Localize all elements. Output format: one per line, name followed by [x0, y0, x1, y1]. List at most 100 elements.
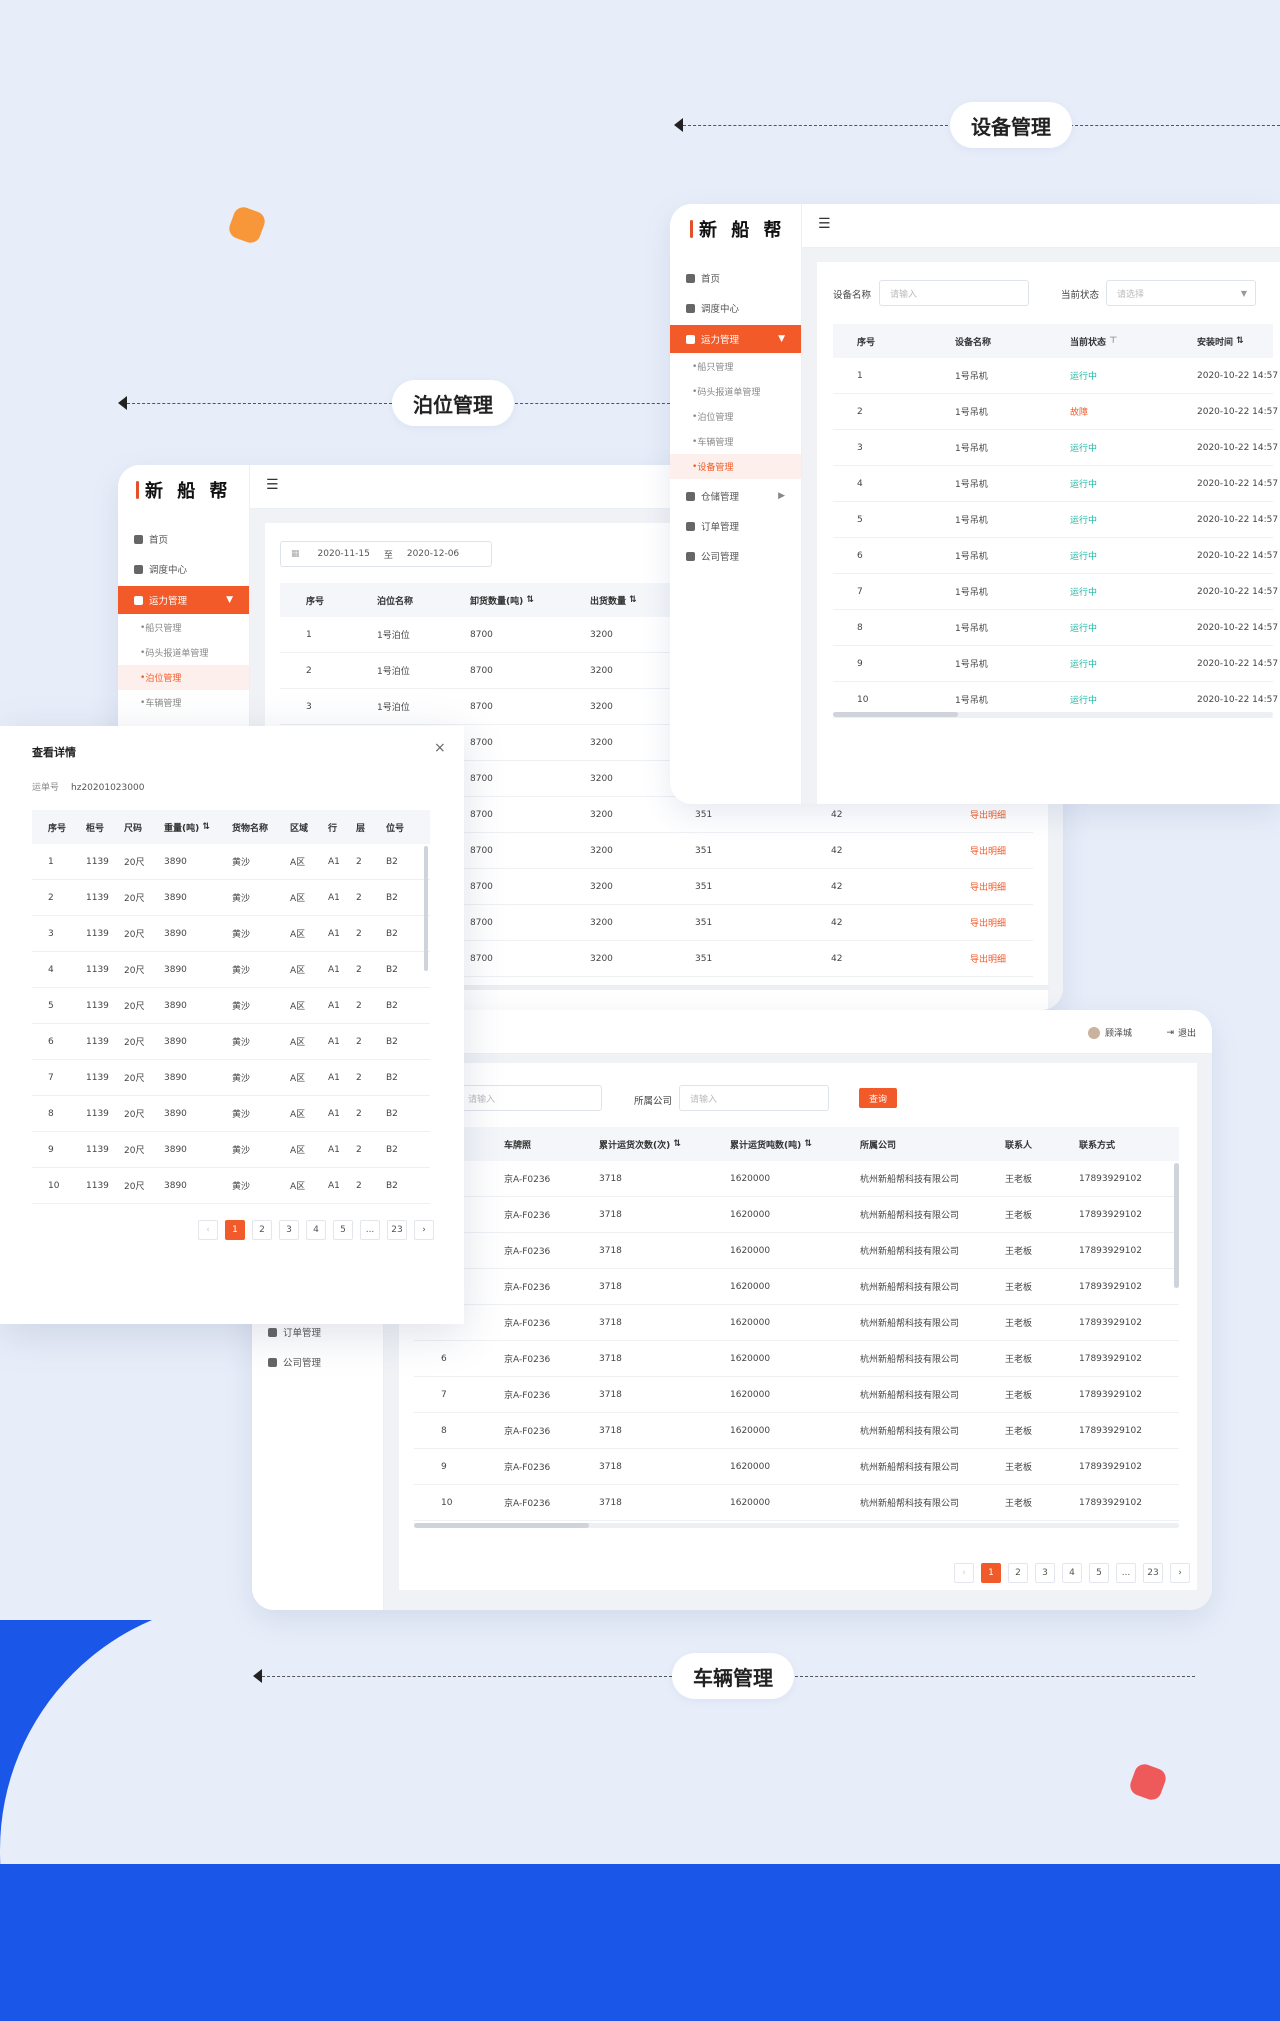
next-page-button[interactable]: ›: [414, 1220, 434, 1240]
sidebar-item-warehouse[interactable]: 仓储管理 ▶: [670, 482, 801, 510]
table-row[interactable]: 6 1139 20尺 3890 黄沙 A区 A1 2 B2: [32, 1024, 430, 1060]
export-detail-link[interactable]: 导出明细: [970, 905, 1006, 940]
sidebar-item-company[interactable]: 公司管理: [670, 542, 801, 570]
col-install-time[interactable]: 安装时间 ⇅: [1197, 324, 1244, 358]
page-button[interactable]: 23: [1143, 1563, 1163, 1583]
page-button[interactable]: 4: [306, 1220, 326, 1240]
sub-item-vehicle[interactable]: • 车辆管理: [118, 690, 249, 715]
plate-input[interactable]: 请输入: [457, 1085, 602, 1111]
sidebar-item-schedule[interactable]: 调度中心: [670, 294, 801, 322]
page-button[interactable]: 23: [387, 1220, 407, 1240]
table-row[interactable]: 京A-F0236 3718 1620000 杭州新船帮科技有限公司 王老板 1789392…: [414, 1269, 1179, 1305]
sidebar-item-orders[interactable]: 订单管理: [670, 512, 801, 540]
menu-toggle-icon[interactable]: ☰: [818, 216, 831, 232]
scrollbar-thumb[interactable]: [414, 1523, 589, 1528]
state-select[interactable]: 请选择 ▼: [1106, 280, 1256, 306]
table-row[interactable]: 6 1号吊机 运行中 2020-10-22 14:57: [833, 538, 1278, 574]
sidebar-item-schedule[interactable]: 调度中心: [118, 555, 249, 583]
sidebar-item-home[interactable]: 首页: [118, 525, 249, 553]
table-row[interactable]: 9 1号吊机 运行中 2020-10-22 14:57: [833, 646, 1278, 682]
table-row[interactable]: 3 1号吊机 运行中 2020-10-22 14:57: [833, 430, 1278, 466]
table-row[interactable]: 7 1139 20尺 3890 黄沙 A区 A1 2 B2: [32, 1060, 430, 1096]
table-row[interactable]: 4 1139 20尺 3890 黄沙 A区 A1 2 B2: [32, 952, 430, 988]
table-row[interactable]: 8 1139 20尺 3890 黄沙 A区 A1 2 B2: [32, 1096, 430, 1132]
col-ship-out[interactable]: 出货数量 ⇅: [590, 583, 637, 617]
sidebar-item-company[interactable]: 公司管理: [252, 1348, 383, 1376]
table-cell: A1: [328, 964, 340, 975]
table-row[interactable]: 5 1号吊机 运行中 2020-10-22 14:57: [833, 502, 1278, 538]
page-button[interactable]: 5: [333, 1220, 353, 1240]
user-menu[interactable]: 顾泽城: [1087, 1026, 1132, 1039]
vertical-scrollbar[interactable]: [1174, 1163, 1179, 1288]
sub-item-ships[interactable]: • 船只管理: [118, 615, 249, 640]
table-row[interactable]: 3 1139 20尺 3890 黄沙 A区 A1 2 B2: [32, 916, 430, 952]
menu-toggle-icon[interactable]: ☰: [266, 477, 279, 493]
page-button[interactable]: 2: [1008, 1563, 1028, 1583]
company-input[interactable]: 请输入: [679, 1085, 829, 1111]
prev-page-button[interactable]: ‹: [954, 1563, 974, 1583]
table-row[interactable]: 9 1139 20尺 3890 黄沙 A区 A1 2 B2: [32, 1132, 430, 1168]
page-button[interactable]: ...: [1116, 1563, 1136, 1583]
equipment-name-input[interactable]: 请输入: [879, 280, 1029, 306]
table-row[interactable]: 6 京A-F0236 3718 1620000 杭州新船帮科技有限公司 王老板 178939…: [414, 1341, 1179, 1377]
table-row[interactable]: 2 1139 20尺 3890 黄沙 A区 A1 2 B2: [32, 880, 430, 916]
col-state[interactable]: 当前状态 ⊤: [1070, 324, 1117, 358]
page-button[interactable]: ...: [360, 1220, 380, 1240]
prev-page-button[interactable]: ‹: [198, 1220, 218, 1240]
export-detail-link[interactable]: 导出明细: [970, 941, 1006, 976]
sub-item-berth[interactable]: • 泊位管理: [118, 665, 249, 690]
page-button[interactable]: 1: [225, 1220, 245, 1240]
table-row[interactable]: 8 1号吊机 运行中 2020-10-22 14:57: [833, 610, 1278, 646]
table-row[interactable]: 2 1号吊机 故障 2020-10-22 14:57: [833, 394, 1278, 430]
page-button[interactable]: 5: [1089, 1563, 1109, 1583]
table-row[interactable]: 10 京A-F0236 3718 1620000 杭州新船帮科技有限公司 王老板 17893…: [414, 1485, 1179, 1521]
next-page-button[interactable]: ›: [1170, 1563, 1190, 1583]
col-trips[interactable]: 累计运货次数(次) ⇅: [599, 1127, 681, 1161]
table-row[interactable]: 京A-F0236 3718 1620000 杭州新船帮科技有限公司 王老板 1789392…: [414, 1233, 1179, 1269]
table-row[interactable]: 7 京A-F0236 3718 1620000 杭州新船帮科技有限公司 王老板 178939…: [414, 1377, 1179, 1413]
page-button[interactable]: 2: [252, 1220, 272, 1240]
table-row[interactable]: 5 1139 20尺 3890 黄沙 A区 A1 2 B2: [32, 988, 430, 1024]
page-button[interactable]: 4: [1062, 1563, 1082, 1583]
sub-item-dock[interactable]: • 码头报道单管理: [118, 640, 249, 665]
col-tons[interactable]: 累计运货吨数(吨) ⇅: [730, 1127, 812, 1161]
table-row[interactable]: 4 1号吊机 运行中 2020-10-22 14:57: [833, 466, 1278, 502]
table-row[interactable]: 京A-F0236 3718 1620000 杭州新船帮科技有限公司 王老板 1789392…: [414, 1197, 1179, 1233]
table-cell: 3200: [590, 953, 613, 964]
table-row[interactable]: 1 1139 20尺 3890 黄沙 A区 A1 2 B2: [32, 844, 430, 880]
scrollbar-thumb[interactable]: [833, 712, 958, 717]
table-row[interactable]: 9 京A-F0236 3718 1620000 杭州新船帮科技有限公司 王老板 178939…: [414, 1449, 1179, 1485]
sub-item-vehicle[interactable]: • 车辆管理: [670, 429, 801, 454]
export-detail-link[interactable]: 导出明细: [970, 833, 1006, 868]
col-unload[interactable]: 卸货数量(吨) ⇅: [470, 583, 534, 617]
page-button[interactable]: 3: [279, 1220, 299, 1240]
vertical-scrollbar[interactable]: [424, 846, 428, 971]
table-cell: 8700: [470, 701, 493, 712]
sidebar-item-capacity[interactable]: 运力管理 ▼: [118, 586, 249, 614]
page-button[interactable]: 1: [981, 1563, 1001, 1583]
sub-item-berth[interactable]: • 泊位管理: [670, 404, 801, 429]
sub-item-dock[interactable]: • 码头报道单管理: [670, 379, 801, 404]
date-range-picker[interactable]: ▦ 2020-11-15 至 2020-12-06: [280, 541, 492, 567]
logout-button[interactable]: ⇥ 退出: [1166, 1026, 1196, 1040]
close-icon[interactable]: ×: [434, 740, 446, 756]
table-row[interactable]: 10 1139 20尺 3890 黄沙 A区 A1 2 B2: [32, 1168, 430, 1204]
table-row[interactable]: 京A-F0236 3718 1620000 杭州新船帮科技有限公司 王老板 1789392…: [414, 1161, 1179, 1197]
calendar-icon: ▦: [291, 549, 300, 559]
sub-item-ships[interactable]: • 船只管理: [670, 354, 801, 379]
table-cell: 2: [356, 856, 362, 867]
table-cell: 7: [857, 586, 863, 597]
page-button[interactable]: 3: [1035, 1563, 1055, 1583]
table-row[interactable]: 京A-F0236 3718 1620000 杭州新船帮科技有限公司 王老板 1789392…: [414, 1305, 1179, 1341]
table-row[interactable]: 7 1号吊机 运行中 2020-10-22 14:57: [833, 574, 1278, 610]
table-row[interactable]: 8 京A-F0236 3718 1620000 杭州新船帮科技有限公司 王老板 178939…: [414, 1413, 1179, 1449]
table-row[interactable]: 1 1号吊机 运行中 2020-10-22 14:57: [833, 358, 1278, 394]
query-button[interactable]: 查询: [859, 1088, 897, 1108]
sidebar-item-home[interactable]: 首页: [670, 264, 801, 292]
export-detail-link[interactable]: 导出明细: [970, 869, 1006, 904]
sub-item-equipment[interactable]: • 设备管理: [670, 454, 801, 479]
table-cell: 1139: [86, 892, 109, 903]
col-weight[interactable]: 重量(吨) ⇅: [164, 810, 210, 844]
sidebar-item-capacity[interactable]: 运力管理 ▼: [670, 325, 801, 353]
filter-icon[interactable]: ⊤: [1109, 336, 1117, 346]
